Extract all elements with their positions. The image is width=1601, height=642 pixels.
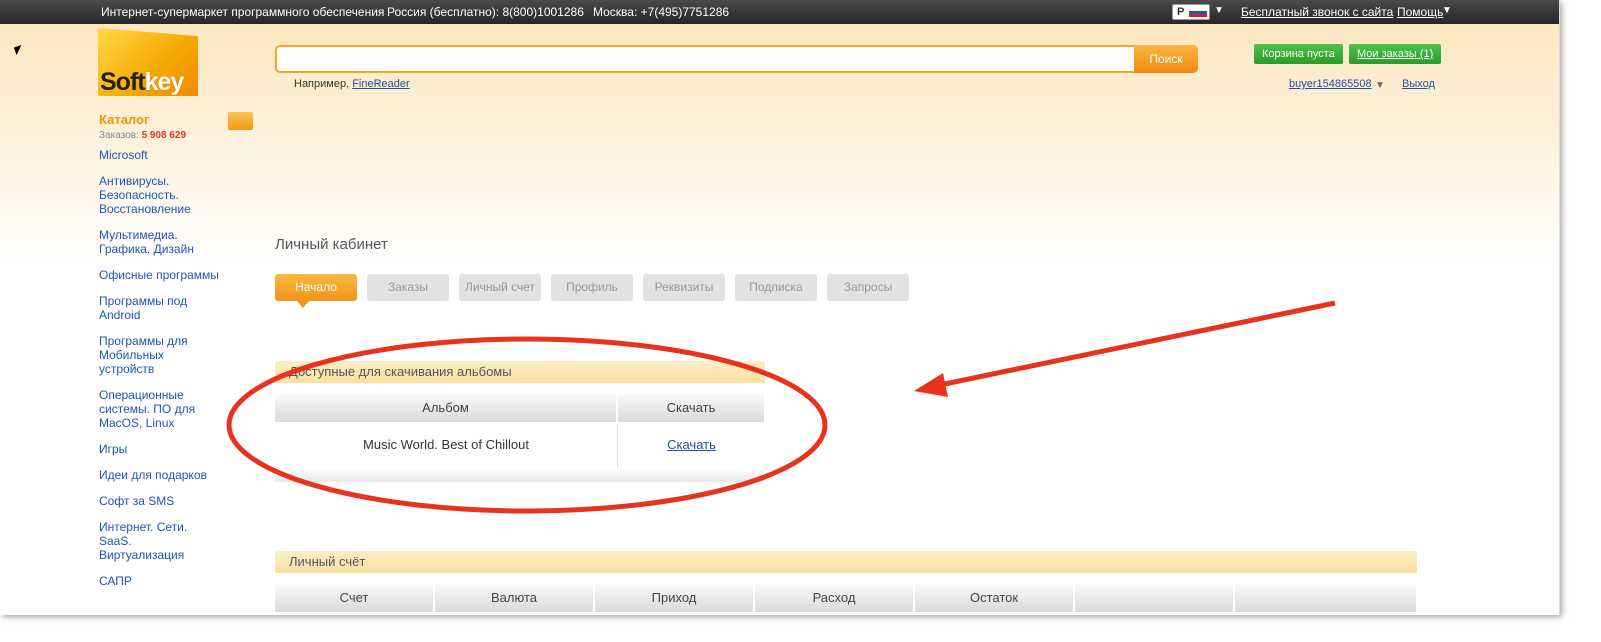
orders-counter: Заказов: 5 908 629 xyxy=(99,130,187,141)
account-panel-heading: Личный счёт xyxy=(275,551,1417,573)
catalog-item[interactable]: Программы под Android xyxy=(99,294,219,322)
my-orders-button[interactable]: Мои заказы (1) xyxy=(1349,44,1442,64)
column-header-album: Альбом xyxy=(275,394,617,422)
logout-link[interactable]: Выход xyxy=(1402,78,1435,90)
account-column-header xyxy=(1235,584,1417,612)
account-column-header xyxy=(1075,584,1234,612)
softkey-logo[interactable]: Softkey xyxy=(98,28,200,98)
tab-profile[interactable]: Профиль xyxy=(551,274,633,301)
help-link[interactable]: Помощь xyxy=(1397,5,1443,19)
russia-flag-icon xyxy=(1189,8,1207,17)
top-bar: Интернет-супермаркет программного обеспе… xyxy=(0,0,1559,24)
account-column-header: Счет xyxy=(275,584,434,612)
albums-table-footer xyxy=(275,468,765,482)
tab-start[interactable]: Начало xyxy=(275,274,357,308)
search-hint-link[interactable]: FineReader xyxy=(352,78,409,90)
chevron-down-icon[interactable]: ▼ xyxy=(1214,5,1224,16)
tab-requisites[interactable]: Реквизиты xyxy=(643,274,725,301)
phone-moscow: Москва: +7(495)7751286 xyxy=(593,5,730,19)
page: Интернет-супермаркет программного обеспе… xyxy=(0,0,1560,615)
album-name-cell: Music World. Best of Chillout xyxy=(363,437,529,452)
catalog-item[interactable]: Операционные системы. ПО для MacOS, Linu… xyxy=(99,388,219,430)
tab-subscription[interactable]: Подписка xyxy=(735,274,817,301)
currency-selector[interactable]: Р xyxy=(1172,4,1210,20)
search-button[interactable]: Поиск xyxy=(1134,45,1198,73)
mouse-cursor-icon xyxy=(13,44,25,56)
tab-orders[interactable]: Заказы xyxy=(367,274,449,301)
catalog-item[interactable]: САПР xyxy=(99,574,219,588)
account-column-header: Валюта xyxy=(435,584,594,612)
account-column-header: Остаток xyxy=(915,584,1074,612)
help-chevron-down-icon[interactable]: ▼ xyxy=(1442,5,1452,16)
search-hint: Например, FineReader xyxy=(294,78,410,90)
catalog-item[interactable]: Игры xyxy=(99,442,219,456)
catalog-item[interactable]: Мультимедиа. Графика. Дизайн xyxy=(99,228,219,256)
catalog-toggle-tab[interactable] xyxy=(228,112,253,130)
user-menu-link[interactable]: buyer154865508 xyxy=(1289,78,1372,90)
catalog-title[interactable]: Каталог xyxy=(99,112,149,127)
search-hint-prefix: Например, xyxy=(294,78,353,90)
phone-russia: Россия (бесплатно): 8(800)1001286 xyxy=(387,5,584,19)
column-header-download: Скачать xyxy=(618,394,765,422)
tab-requests[interactable]: Запросы xyxy=(827,274,909,301)
catalog-item[interactable]: Интернет. Сети. SaaS. Виртуализация xyxy=(99,520,219,562)
annotation-arrow-head-icon xyxy=(914,373,948,397)
account-column-header: Расход xyxy=(755,584,914,612)
download-cell: Скачать xyxy=(618,425,765,465)
logo-text: Softkey xyxy=(100,68,184,96)
catalog-list: Microsoft Антивирусы. Безопасность. Восс… xyxy=(99,148,219,600)
catalog-item[interactable]: Microsoft xyxy=(99,148,219,162)
annotation-arrow-line xyxy=(934,300,1336,389)
catalog-item[interactable]: Офисные программы xyxy=(99,268,219,282)
page-title: Личный кабинет xyxy=(275,236,388,253)
search-input[interactable] xyxy=(275,45,1198,73)
catalog-item[interactable]: Антивирусы. Безопасность. Восстановление xyxy=(99,174,219,216)
currency-symbol: Р xyxy=(1177,6,1185,18)
catalog-item[interactable]: Идеи для подарков xyxy=(99,468,219,482)
annotation-layer xyxy=(226,300,1336,514)
user-chevron-down-icon[interactable]: ▼ xyxy=(1375,80,1385,91)
tab-account[interactable]: Личный счет xyxy=(459,274,541,301)
callback-link[interactable]: Бесплатный звонок с сайта xyxy=(1241,5,1393,19)
download-link[interactable]: Скачать xyxy=(667,437,716,452)
tagline: Интернет-супермаркет программного обеспе… xyxy=(101,5,385,19)
catalog-item[interactable]: Софт за SMS xyxy=(99,494,219,508)
catalog-item[interactable]: Программы для Мобильных устройств xyxy=(99,334,219,376)
cart-button[interactable]: Корзина пуста xyxy=(1254,44,1343,64)
account-column-header: Приход xyxy=(595,584,754,612)
albums-panel-heading: Доступные для скачивания альбомы xyxy=(275,361,765,383)
